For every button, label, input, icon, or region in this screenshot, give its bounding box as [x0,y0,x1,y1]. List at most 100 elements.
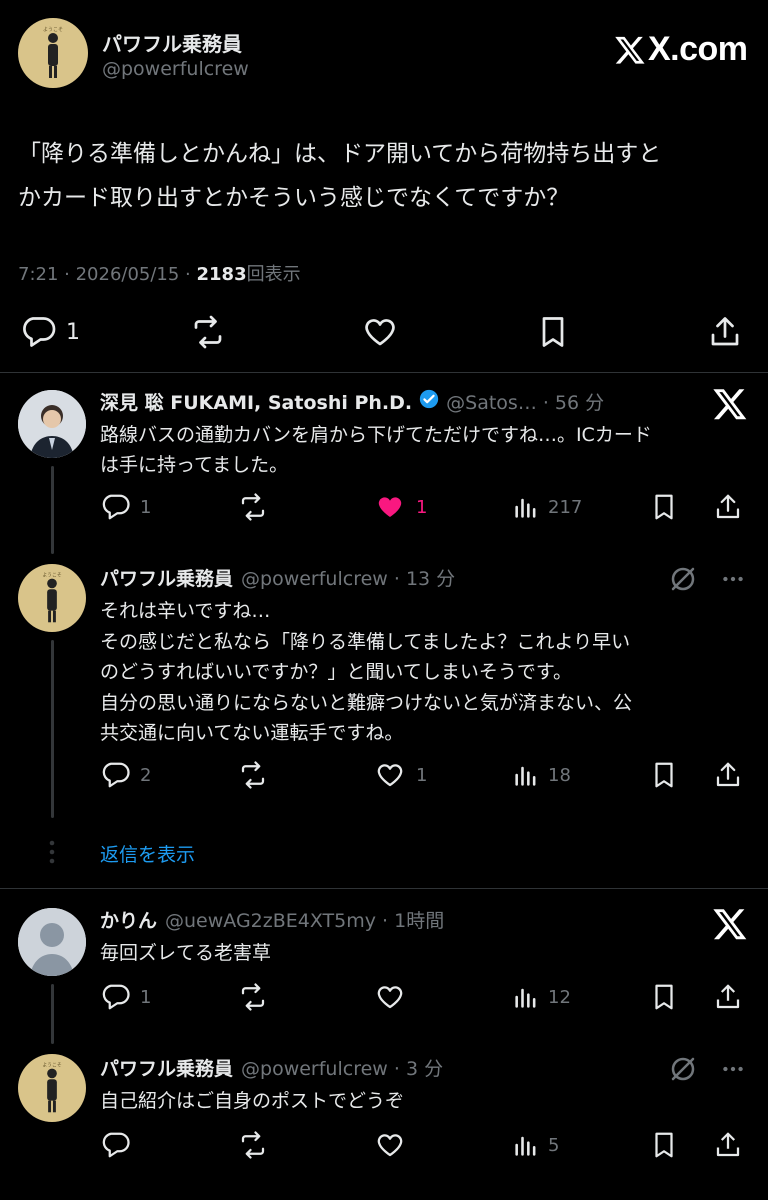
reply-text: 路線バスの通勤カバンを肩から下げてただけですね…。ICカード は手に持ってました… [100,420,750,480]
reply-button[interactable]: 1 [100,982,151,1012]
share-button[interactable] [712,492,744,522]
bookmark-icon [655,1132,673,1158]
bookmark-icon [655,762,673,788]
views-button[interactable]: 18 [512,760,571,790]
reply-text-line: それは辛いですね… [100,600,271,622]
repost-icon [241,761,265,789]
x-icon [615,36,645,64]
svg-text:ようこそ: ようこそ [43,26,63,33]
bookmark-icon [655,984,673,1010]
reply-header: パワフル乗務員 @powerfulcrew · 3 分 [100,1054,443,1081]
repost-button[interactable] [236,492,270,522]
reply-text-line: その感じだと私なら「降りる準備してましたよ？これより早い [100,630,631,653]
reply-icon [102,494,130,520]
view-label: 回表示 [246,264,301,285]
bookmark-button[interactable] [648,492,680,522]
post-text-line: かカード取り出すとかそういう感じでなくてですか？ [18,185,570,211]
like-button[interactable]: 1 [372,760,427,790]
author-handle[interactable]: @Satos… · 56 分 [446,388,604,415]
show-replies-link[interactable]: 返信を表示 [100,840,195,867]
share-button[interactable] [712,1130,744,1160]
avatar[interactable]: ようこそ [18,564,86,632]
view-count: 217 [548,496,583,518]
author-handle[interactable]: @powerfulcrew · 13 分 [241,564,455,591]
reply-count: 1 [66,319,80,345]
view-count: 2183 [196,264,247,285]
reply-text-line: は手に持ってました。 [100,454,289,476]
author-name[interactable]: パワフル乗務員 [100,1054,233,1081]
like-button[interactable] [360,314,400,350]
more-options-icon[interactable] [718,566,748,592]
svg-text:ようこそ: ようこそ [42,572,62,579]
heart-icon [377,764,403,787]
like-button[interactable] [372,982,408,1012]
reply-text-line: 自分の思い通りにならないと難癖つけないと気が済まない、公 [100,691,633,714]
avatar[interactable] [18,390,86,458]
analytics-icon [515,1136,536,1156]
repost-button[interactable] [236,760,270,790]
share-button[interactable] [712,760,744,790]
divider [0,888,768,889]
repost-icon [241,1131,265,1159]
hidden-reply-icon[interactable] [668,564,698,594]
hidden-reply-icon[interactable] [668,1054,698,1084]
reply-text: それは辛いですね… その感じだと私なら「降りる準備してましたよ？これより早い の… [100,596,750,749]
reply-button[interactable]: 1 [100,492,151,522]
post-time[interactable]: 7:21 · 2026/05/15 · [18,264,197,285]
repost-icon [194,315,222,349]
reply-header: 深見 聡 FUKAMI, Satoshi Ph.D. @Satos… · 56 … [100,388,604,415]
post-text: 「降りる準備しとかんね」は、ドア開いてから荷物持ち出すと かカード取り出すとかそ… [18,132,758,220]
reply-text: 毎回ズレてる老害草 [100,942,272,964]
reply-text: 自己紹介はご自身のポストでどうぞ [100,1090,405,1112]
svg-text:ようこそ: ようこそ [42,1062,62,1069]
reply-header: パワフル乗務員 @powerfulcrew · 13 分 [100,564,455,591]
author-name[interactable]: パワフル乗務員 [100,564,233,591]
views-button[interactable]: 217 [512,492,582,522]
author-handle[interactable]: @powerfulcrew · 3 分 [241,1054,443,1081]
crew-figure-icon: ようこそ [43,26,63,78]
dotted-thread-icon [46,838,58,870]
views-button[interactable]: 12 [512,982,571,1012]
author-handle[interactable]: @powerfulcrew [102,58,249,80]
x-logo [712,906,748,942]
x-icon [713,909,747,940]
more-options-icon[interactable] [718,1056,748,1082]
repost-button[interactable] [236,1130,270,1160]
avatar[interactable] [18,908,86,976]
crew-figure-icon: ようこそ [42,1062,62,1113]
bookmark-button[interactable] [534,314,572,350]
x-icon [713,389,747,420]
share-icon [711,317,739,346]
share-icon [716,984,740,1009]
bookmark-icon [655,494,673,520]
views-button[interactable]: 5 [512,1130,559,1160]
like-button[interactable] [372,1130,408,1160]
like-count: 1 [416,496,428,518]
repost-button[interactable] [236,982,270,1012]
avatar[interactable]: ようこそ [18,18,88,88]
heart-filled-icon [378,497,402,517]
reply-button[interactable]: 2 [100,760,151,790]
bookmark-button[interactable] [648,982,680,1012]
default-profile-icon [18,908,86,976]
author-name[interactable]: かりん [100,906,157,933]
bookmark-button[interactable] [648,760,680,790]
author-name[interactable]: パワフル乗務員 [102,28,242,57]
bookmark-button[interactable] [648,1130,680,1160]
like-button[interactable]: 1 [372,492,427,522]
heart-icon [377,1134,403,1157]
avatar[interactable]: ようこそ [18,1054,86,1122]
author-handle[interactable]: @uewAG2zBE4XT5my · 1時間 [165,906,444,933]
view-count: 5 [548,1134,560,1156]
share-button[interactable] [712,982,744,1012]
thread-line [51,466,54,554]
share-button[interactable] [706,314,744,350]
repost-icon [241,983,265,1011]
repost-button[interactable] [188,314,228,350]
author-name[interactable]: 深見 聡 FUKAMI, Satoshi Ph.D. [100,388,412,415]
like-count: 1 [416,764,428,786]
reply-text-line: 共交通に向いてない運転手ですね。 [100,722,404,744]
reply-count: 1 [140,986,152,1008]
reply-button[interactable]: 1 [20,314,80,350]
reply-button[interactable] [100,1130,132,1160]
